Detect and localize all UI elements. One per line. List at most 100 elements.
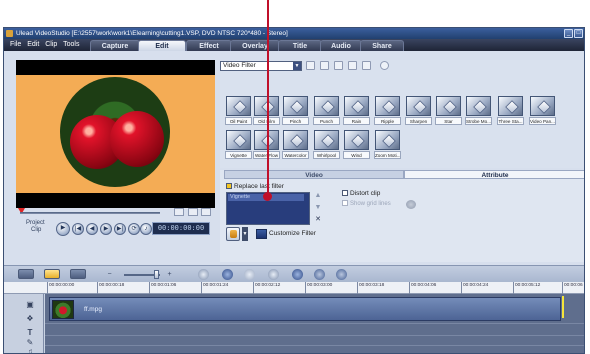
title-track[interactable]	[45, 336, 584, 346]
library-tool-5-icon[interactable]	[362, 61, 371, 70]
checkbox-unchecked[interactable]	[342, 190, 348, 196]
filter-oil-paint[interactable]: Oil Paint	[225, 96, 252, 126]
zoom-in-icon[interactable]: +	[164, 269, 175, 280]
filter-watercolor[interactable]: Watercolor	[282, 130, 309, 160]
filter-sharpen[interactable]: Sharpen	[405, 96, 432, 126]
storyboard-view-icon[interactable]	[18, 269, 34, 279]
tab-video[interactable]: Video	[224, 170, 404, 179]
end-icon[interactable]: ▶|	[114, 223, 126, 235]
library-tool-1-icon[interactable]	[306, 61, 315, 70]
filter-strobe-motion[interactable]: Strobe Mo...	[465, 96, 492, 126]
overlay-track[interactable]	[45, 324, 584, 336]
undo-icon[interactable]	[222, 269, 233, 280]
maximize-button[interactable]: □	[574, 29, 583, 38]
step-capture[interactable]: Capture	[90, 40, 140, 51]
voice-track[interactable]	[45, 346, 584, 353]
customize-filter-button[interactable]: Customize Filter	[256, 229, 316, 239]
filter-vignette[interactable]: Vignette	[225, 130, 252, 160]
chevron-down-icon[interactable]: ▼	[242, 227, 248, 241]
project-label[interactable]: Project	[26, 220, 45, 227]
cut-icon[interactable]	[188, 208, 198, 216]
preview-scrubber[interactable]	[16, 208, 215, 216]
menu-tools[interactable]: Tools	[63, 41, 79, 48]
library-tool-3-icon[interactable]	[334, 61, 343, 70]
scrub-track[interactable]	[20, 212, 160, 214]
timeline-tracks[interactable]: ff.mpg	[45, 294, 584, 353]
minimize-button[interactable]: _	[564, 29, 573, 38]
menu-file[interactable]: File	[10, 41, 21, 48]
step-audio[interactable]: Audio	[320, 40, 362, 51]
zoom-out-icon[interactable]: −	[104, 269, 115, 280]
filter-thumbnail	[406, 96, 431, 116]
step-effect[interactable]: Effect	[186, 40, 232, 51]
filter-zoom-motion[interactable]: Zoom Moti...	[374, 130, 401, 160]
menu-edit[interactable]: Edit	[27, 41, 39, 48]
mark-in-icon[interactable]	[174, 208, 184, 216]
filter-rain[interactable]: Rain	[343, 96, 370, 126]
overlay-track-icon[interactable]: ❖	[24, 314, 36, 324]
filter-label: Ripple	[374, 117, 401, 125]
volume-icon[interactable]: ♪	[140, 223, 152, 235]
video-track[interactable]: ff.mpg	[45, 294, 584, 324]
video-clip[interactable]: ff.mpg	[49, 297, 561, 321]
filter-pinch[interactable]: Pinch	[282, 96, 309, 126]
filter-punch[interactable]: Punch	[313, 96, 340, 126]
preset-effects-icon[interactable]	[226, 227, 240, 241]
checkbox-checked[interactable]	[226, 183, 232, 189]
step-title[interactable]: Title	[278, 40, 322, 51]
move-down-icon[interactable]: ▼	[314, 204, 322, 212]
ruler-tick: 00:00:04:24	[461, 282, 488, 294]
filter-ripple[interactable]: Ripple	[374, 96, 401, 126]
mark-out-icon[interactable]	[201, 208, 211, 216]
zoom-slider-thumb[interactable]	[154, 270, 159, 279]
move-up-icon[interactable]: ▲	[314, 192, 322, 200]
ruler-tick: 00:00:05:12	[513, 282, 540, 294]
step-overlay[interactable]: Overlay	[230, 40, 280, 51]
filter-label: Star	[435, 117, 462, 125]
filter-label: Pinch	[282, 117, 309, 125]
smart-proxy-icon[interactable]	[268, 269, 279, 280]
library-expand-icon[interactable]	[380, 61, 389, 70]
window-title: Ulead VideoStudio [E:\2557\work\work1\El…	[16, 30, 288, 37]
music-track-icon[interactable]: ♫	[24, 347, 36, 353]
menu-clip[interactable]: Clip	[45, 41, 57, 48]
replace-last-filter-checkbox[interactable]: Replace last filter	[226, 183, 284, 191]
preview-window	[16, 60, 215, 208]
distort-clip-checkbox[interactable]: Distort clip	[342, 190, 380, 198]
ruler-tick: 00:00:03:00	[305, 282, 332, 294]
library-scrollbar[interactable]	[584, 72, 585, 164]
track-manager-icon[interactable]	[292, 269, 303, 280]
video-track-icon[interactable]: ▣	[24, 300, 36, 310]
library-category-select[interactable]: Video Filter ▼	[220, 61, 302, 71]
filter-label: Whirlpool	[313, 151, 340, 159]
repeat-icon[interactable]: ⟳	[128, 223, 140, 235]
filter-three-stage[interactable]: Three Sta...	[497, 96, 524, 126]
filter-video-pan[interactable]: Video Pan...	[529, 96, 556, 126]
home-icon[interactable]: |◀	[72, 223, 84, 235]
timeline-ruler[interactable]: 00:00:00:00 00:00:00:18 00:00:01:06 00:0…	[4, 282, 584, 294]
timeline-view-icon[interactable]	[44, 269, 60, 279]
filter-star[interactable]: Star	[435, 96, 462, 126]
previous-frame-icon[interactable]: ◀	[86, 223, 98, 235]
play-icon[interactable]: ▶	[56, 222, 70, 236]
tab-attribute[interactable]: Attribute	[404, 170, 584, 179]
filter-wind[interactable]: Wind	[343, 130, 370, 160]
insert-media-icon[interactable]	[198, 269, 209, 280]
step-edit[interactable]: Edit	[138, 40, 186, 51]
replace-last-filter-label: Replace last filter	[234, 183, 284, 190]
clip-label[interactable]: Clip	[31, 227, 41, 234]
audio-view-icon[interactable]	[70, 269, 86, 279]
delete-filter-icon[interactable]: ✕	[314, 216, 322, 224]
next-frame-icon[interactable]: ▶	[100, 223, 112, 235]
filter-whirlpool[interactable]: Whirlpool	[313, 130, 340, 160]
title-track-icon[interactable]: T	[24, 328, 36, 338]
redo-icon[interactable]	[244, 269, 255, 280]
timecode-display[interactable]: 00:00:00:00	[152, 222, 210, 235]
chapter-point-icon[interactable]	[314, 269, 325, 280]
library-tool-4-icon[interactable]	[348, 61, 357, 70]
step-share[interactable]: Share	[360, 40, 404, 51]
chevron-down-icon[interactable]: ▼	[293, 62, 301, 70]
audio-mixer-icon[interactable]	[336, 269, 347, 280]
library-tool-2-icon[interactable]	[320, 61, 329, 70]
filter-thumbnail	[436, 96, 461, 116]
